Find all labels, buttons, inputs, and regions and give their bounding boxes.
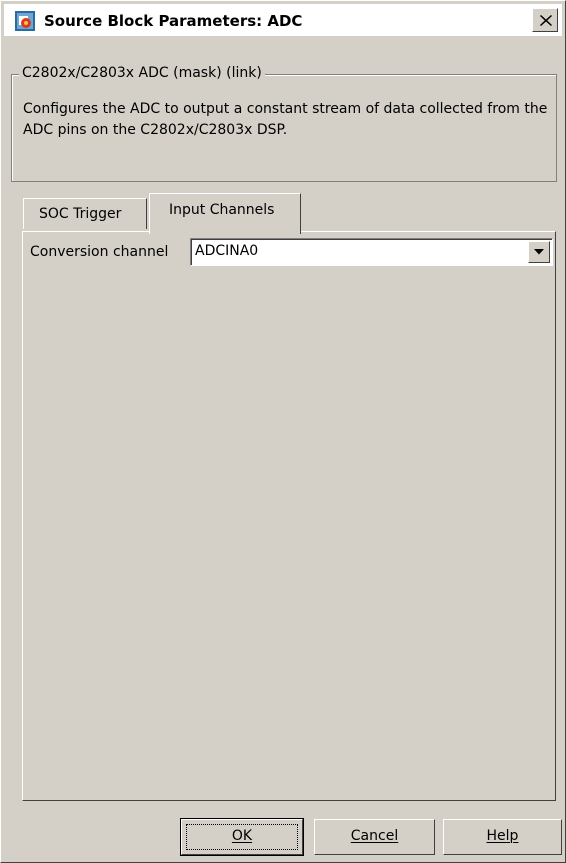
tab-panel <box>22 231 556 801</box>
title-bar[interactable]: Source Block Parameters: ADC <box>4 4 562 36</box>
close-button[interactable] <box>532 8 558 32</box>
conversion-channel-label: Conversion channel <box>30 244 169 260</box>
conversion-channel-value: ADCINA0 <box>195 243 259 259</box>
tab-soc-trigger[interactable]: SOC Trigger <box>23 198 147 229</box>
help-button-label: Help <box>486 828 519 844</box>
simulink-block-icon <box>15 11 35 31</box>
dropdown-button[interactable] <box>528 241 550 263</box>
window-title: Source Block Parameters: ADC <box>44 12 303 30</box>
cancel-button-label: Cancel <box>350 828 399 844</box>
help-button[interactable]: Help <box>443 819 562 855</box>
conversion-channel-select[interactable]: ADCINA0 <box>190 238 553 266</box>
dialog-window: Source Block Parameters: ADC C2802x/C280… <box>0 0 566 863</box>
ok-button[interactable]: OK <box>180 818 304 856</box>
tab-input-channels[interactable]: Input Channels <box>149 193 301 234</box>
focus-rect <box>186 824 298 850</box>
group-legend: C2802x/C2803x ADC (mask) (link) <box>19 65 265 81</box>
close-icon <box>540 15 552 26</box>
cancel-button[interactable]: Cancel <box>314 819 435 855</box>
chevron-down-icon <box>534 249 544 255</box>
block-description: Configures the ADC to output a constant … <box>23 101 548 138</box>
